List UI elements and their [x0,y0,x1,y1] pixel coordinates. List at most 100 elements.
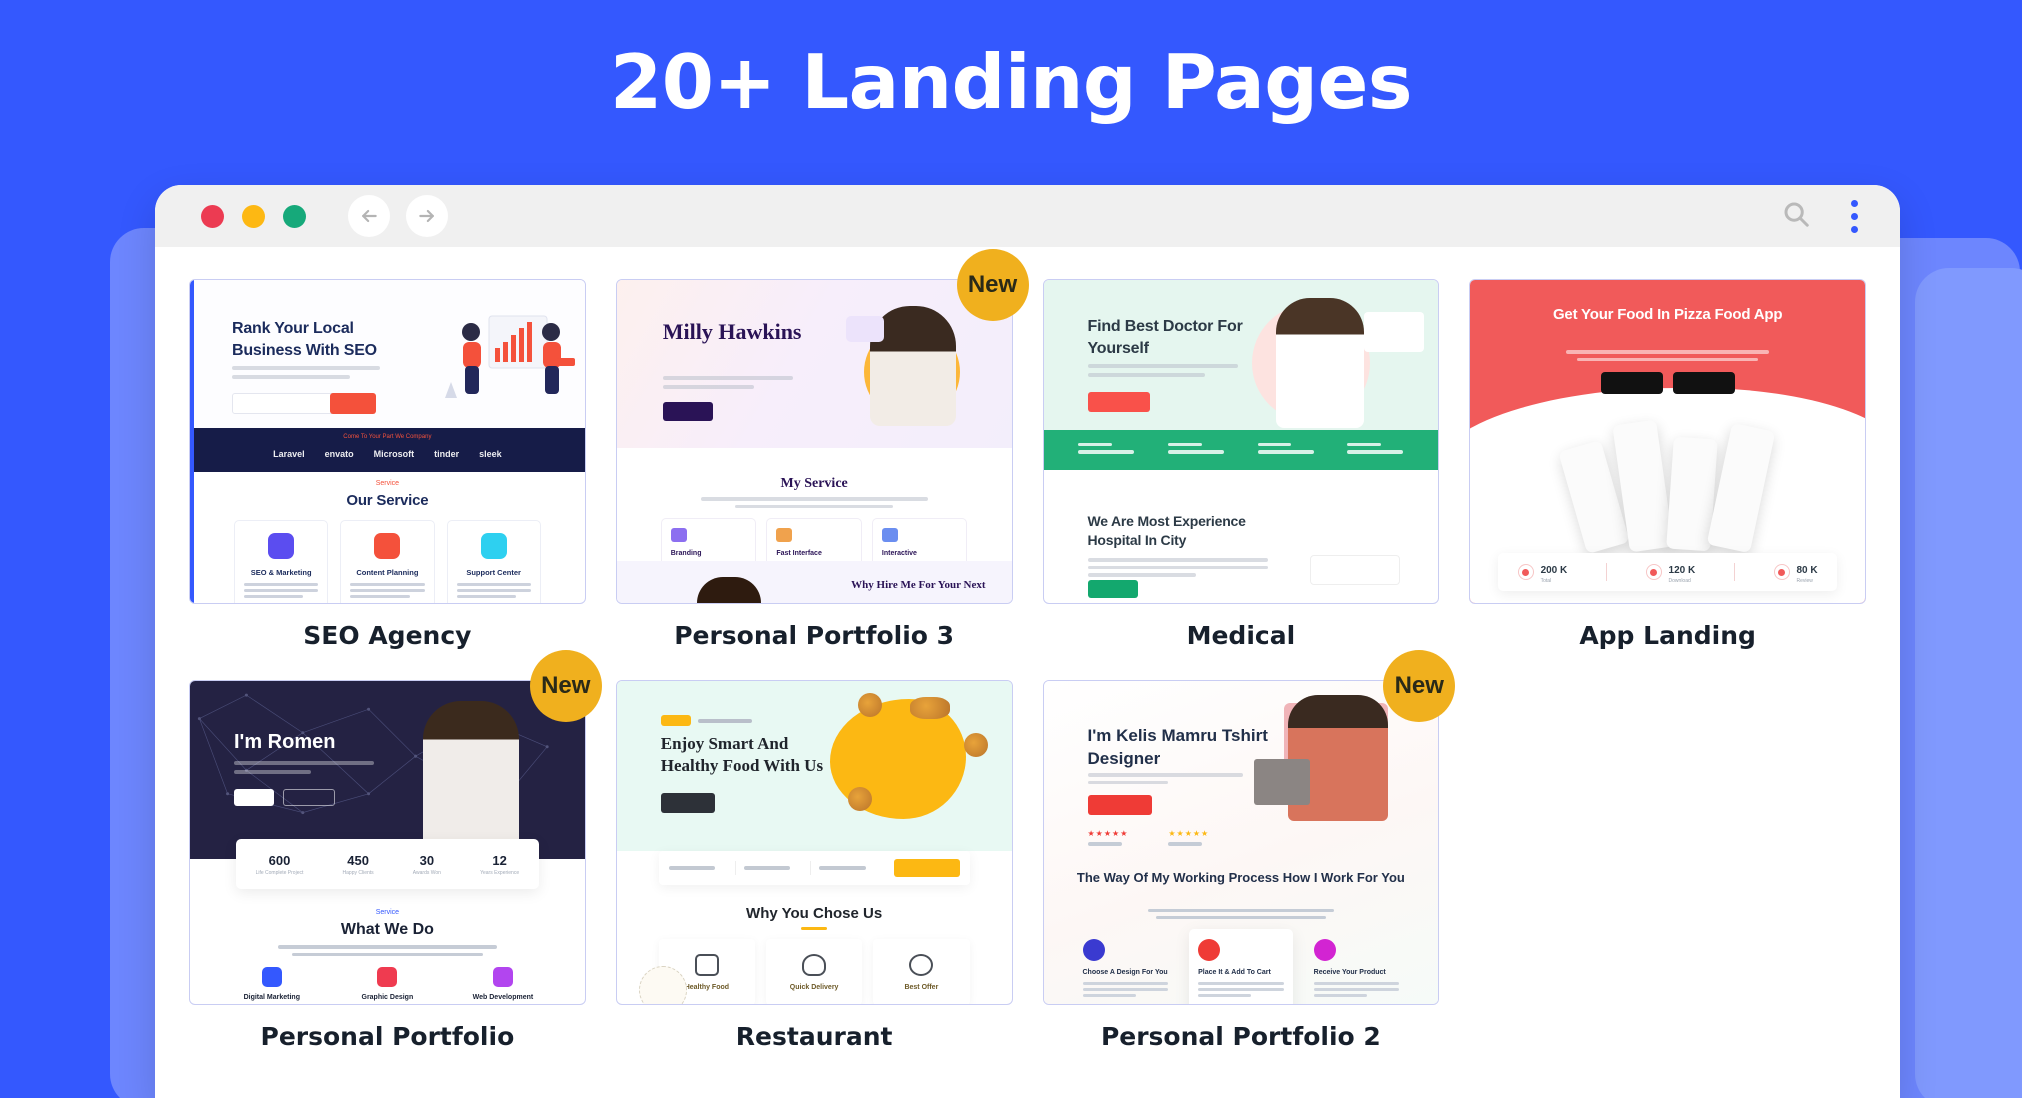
template-thumbnail-app-landing[interactable]: Get Your Food In Pizza Food App 200 K To… [1469,279,1866,604]
pp-service-name: Graphic Design [361,994,414,1001]
preview-seo-agency: Rank Your Local Business With SEO Come T… [190,280,585,603]
app-stat-value: 80 K [1796,565,1818,576]
pp3-footer-title: Why Hire Me For Your Next [851,579,986,591]
back-button[interactable] [348,195,390,237]
k-section-text [1140,909,1343,923]
template-thumbnail-personal-portfolio[interactable]: I'm Romen 600 Life Complete Project 450 [189,680,586,1005]
booking-datetime-field[interactable] [744,861,812,875]
booking-place-field[interactable] [819,861,885,875]
app-stat: 80 K Review [1773,560,1818,584]
preview-restaurant: Enjoy Smart And Healthy Food With Us Why… [616,681,1012,1004]
pp-download-button[interactable] [283,789,335,806]
preview-app-landing: Get Your Food In Pizza Food App 200 K To… [1470,280,1866,603]
new-badge: New [956,249,1029,321]
restaurant-footer-circle [638,966,687,1004]
interface-icon [776,528,793,542]
pizza-icon [909,697,950,719]
preview-personal-portfolio-2: I'm Kelis Mamru Tshirt Designer ★★★★★ ★★… [1043,681,1439,1005]
toolbar-right [1781,199,1872,234]
pp-stat: 600 Life Complete Project [256,853,304,876]
medical-heading: Find Best Doctor For Yourself [1087,318,1243,357]
k-contact-button[interactable] [1087,795,1152,815]
app-stat-value: 120 K [1668,565,1696,576]
seo-heading: Rank Your Local Business With SEO [232,320,377,359]
pp3-footer: Why Hire Me For Your Next [616,561,1012,603]
graphic-icon [377,967,398,987]
medical-cta-button[interactable] [1087,392,1150,412]
template-thumbnail-medical[interactable]: Find Best Doctor For Yourself We Are Mos… [1042,279,1440,604]
k-step-cards: Choose A Design For You Place It & Add T… [1074,929,1409,1005]
template-thumbnail-personal-portfolio-2[interactable]: I'm Kelis Mamru Tshirt Designer ★★★★★ ★★… [1042,680,1440,1005]
arrow-left-icon [362,209,377,223]
google-play-button[interactable] [1672,372,1735,394]
pp3-section-title: My Service [780,476,848,491]
seo-logo: tinder [434,449,460,459]
pp-stat: 12 Years Experience [480,853,519,876]
pp-service-card: Web Development [451,967,555,1004]
star-rating-icon: ★★★★★ [1168,829,1210,838]
template-cell-restaurant: Enjoy Smart And Healthy Food With Us Why… [615,680,1013,1051]
seo-submit-button[interactable] [330,393,376,414]
template-thumbnail-restaurant[interactable]: Enjoy Smart And Healthy Food With Us Why… [615,680,1013,1005]
pp-stats-bar: 600 Life Complete Project 450 Happy Clie… [236,839,539,889]
template-thumbnail-personal-portfolio-3[interactable]: Milly Hawkins My Service Branding Fast I… [615,279,1013,604]
restaurant-tag [660,715,752,726]
pp-service-name: Digital Marketing [243,994,300,1001]
restaurant-feature-card: Quick Delivery [766,939,863,1004]
restaurant-feature-name: Quick Delivery [789,983,839,991]
k-name: I'm Kelis Mamru Tshirt Designer [1087,726,1268,768]
kebab-menu-icon[interactable] [1851,199,1858,233]
app-store-button[interactable] [1600,372,1663,394]
pp-section-title: What We Do [340,921,434,938]
app-stat: 120 K Download [1645,560,1696,584]
pp3-cta-button[interactable] [662,402,713,421]
k-step-link[interactable] [1083,1004,1125,1005]
pp-service-card: Graphic Design [336,967,440,1004]
pp-section-text [268,945,507,960]
window-controls [201,204,306,228]
design-icon [1082,939,1105,961]
k-section-heading: The Way Of My Working Process How I Work… [1076,870,1405,885]
minimize-dot-icon[interactable] [242,204,265,228]
pizza-icon [857,693,882,717]
forward-button[interactable] [406,195,448,237]
k-rating: ★★★★★ [1087,829,1129,846]
medical-learn-more-button[interactable] [1087,580,1138,598]
seo-subtext [232,366,380,384]
seo-logo: sleek [479,449,502,459]
medical-section-text [1087,558,1268,581]
pp-stat-value: 600 [268,852,291,868]
booking-guests-field[interactable] [668,861,736,875]
pp-stat-label: Happy Clients [342,869,374,876]
k-step-link[interactable] [1198,1004,1240,1005]
k-step-link[interactable] [1314,1004,1356,1005]
download-icon [1773,564,1790,580]
medical-subtext [1087,364,1238,382]
medical-info-band [1043,430,1439,470]
pp-stat-value: 450 [347,852,369,868]
restaurant-cta-button[interactable] [660,793,715,813]
close-dot-icon[interactable] [201,204,224,228]
booking-submit-button[interactable] [893,859,960,877]
template-label-app-landing: App Landing [1579,621,1756,650]
maximize-dot-icon[interactable] [283,204,306,228]
seo-logo: envato [324,449,354,459]
k-step-name: Choose A Design For You [1082,969,1168,976]
template-thumbnail-seo-agency[interactable]: Rank Your Local Business With SEO Come T… [189,279,586,604]
restaurant-underline [801,927,828,930]
restaurant-feature-name: Healthy Food [684,983,730,991]
new-badge: New [1383,650,1456,722]
branding-icon [670,528,687,542]
plan-icon [374,533,401,559]
medical-info-item [1078,442,1135,458]
scooter-icon [802,953,827,976]
view-more-cell: View More Home [1469,680,1866,1051]
interactive-icon [881,528,898,542]
cart-icon [1198,939,1221,961]
delivery-icon [1313,939,1336,961]
seo-service-card: Support Center [446,520,541,603]
pp-hire-button[interactable] [234,789,274,806]
pp-stat-value: 30 [419,852,435,868]
app-stat-label: Total [1540,578,1552,584]
search-icon[interactable] [1781,199,1811,234]
